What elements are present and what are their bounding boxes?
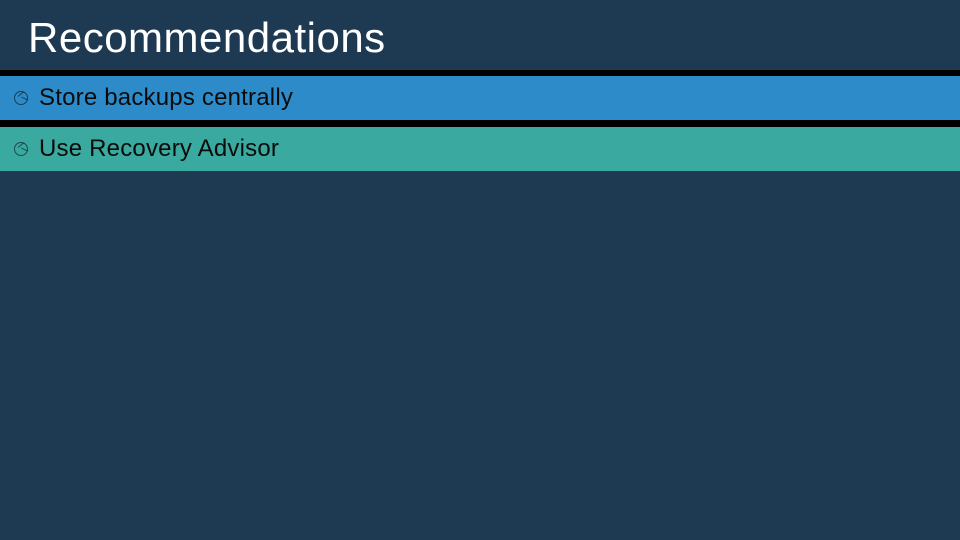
clock-icon [14, 142, 28, 156]
item-divider [0, 120, 960, 127]
recommendation-item-2: Use Recovery Advisor [0, 127, 960, 171]
slide: Recommendations Store backups centrally … [0, 0, 960, 540]
recommendation-item-1: Store backups centrally [0, 76, 960, 120]
recommendation-text: Use Recovery Advisor [39, 135, 279, 163]
recommendation-text: Store backups centrally [39, 84, 293, 112]
clock-icon [14, 91, 28, 105]
slide-title: Recommendations [0, 0, 960, 70]
